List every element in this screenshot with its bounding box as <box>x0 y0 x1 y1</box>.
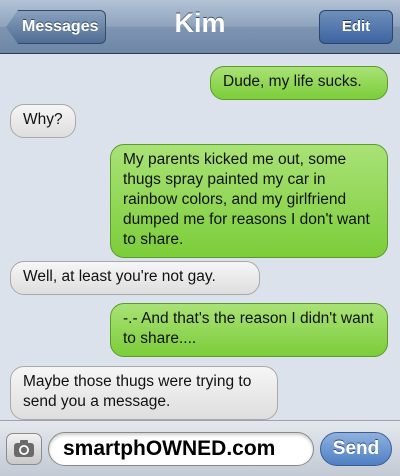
message-thread[interactable]: Dude, my life sucks. Why? My parents kic… <box>0 54 400 420</box>
sent-message-bubble: Dude, my life sucks. <box>210 66 388 100</box>
sent-message-bubble: -.- And that's the reason I didn't want … <box>110 303 388 357</box>
message-composer: smartphOWNED.com Send <box>0 420 400 476</box>
camera-icon <box>14 440 34 457</box>
received-message-bubble: Maybe those thugs were trying to send yo… <box>10 366 278 420</box>
sent-message-bubble: My parents kicked me out, some thugs spr… <box>110 144 388 258</box>
received-message-bubble: Why? <box>10 104 76 138</box>
send-button[interactable]: Send <box>320 432 392 466</box>
message-input[interactable]: smartphOWNED.com <box>48 432 314 466</box>
navigation-bar: Messages Kim Edit <box>0 0 400 54</box>
received-message-bubble: Well, at least you're not gay. <box>10 261 260 295</box>
edit-button[interactable]: Edit <box>319 10 393 44</box>
camera-button[interactable] <box>6 433 42 465</box>
